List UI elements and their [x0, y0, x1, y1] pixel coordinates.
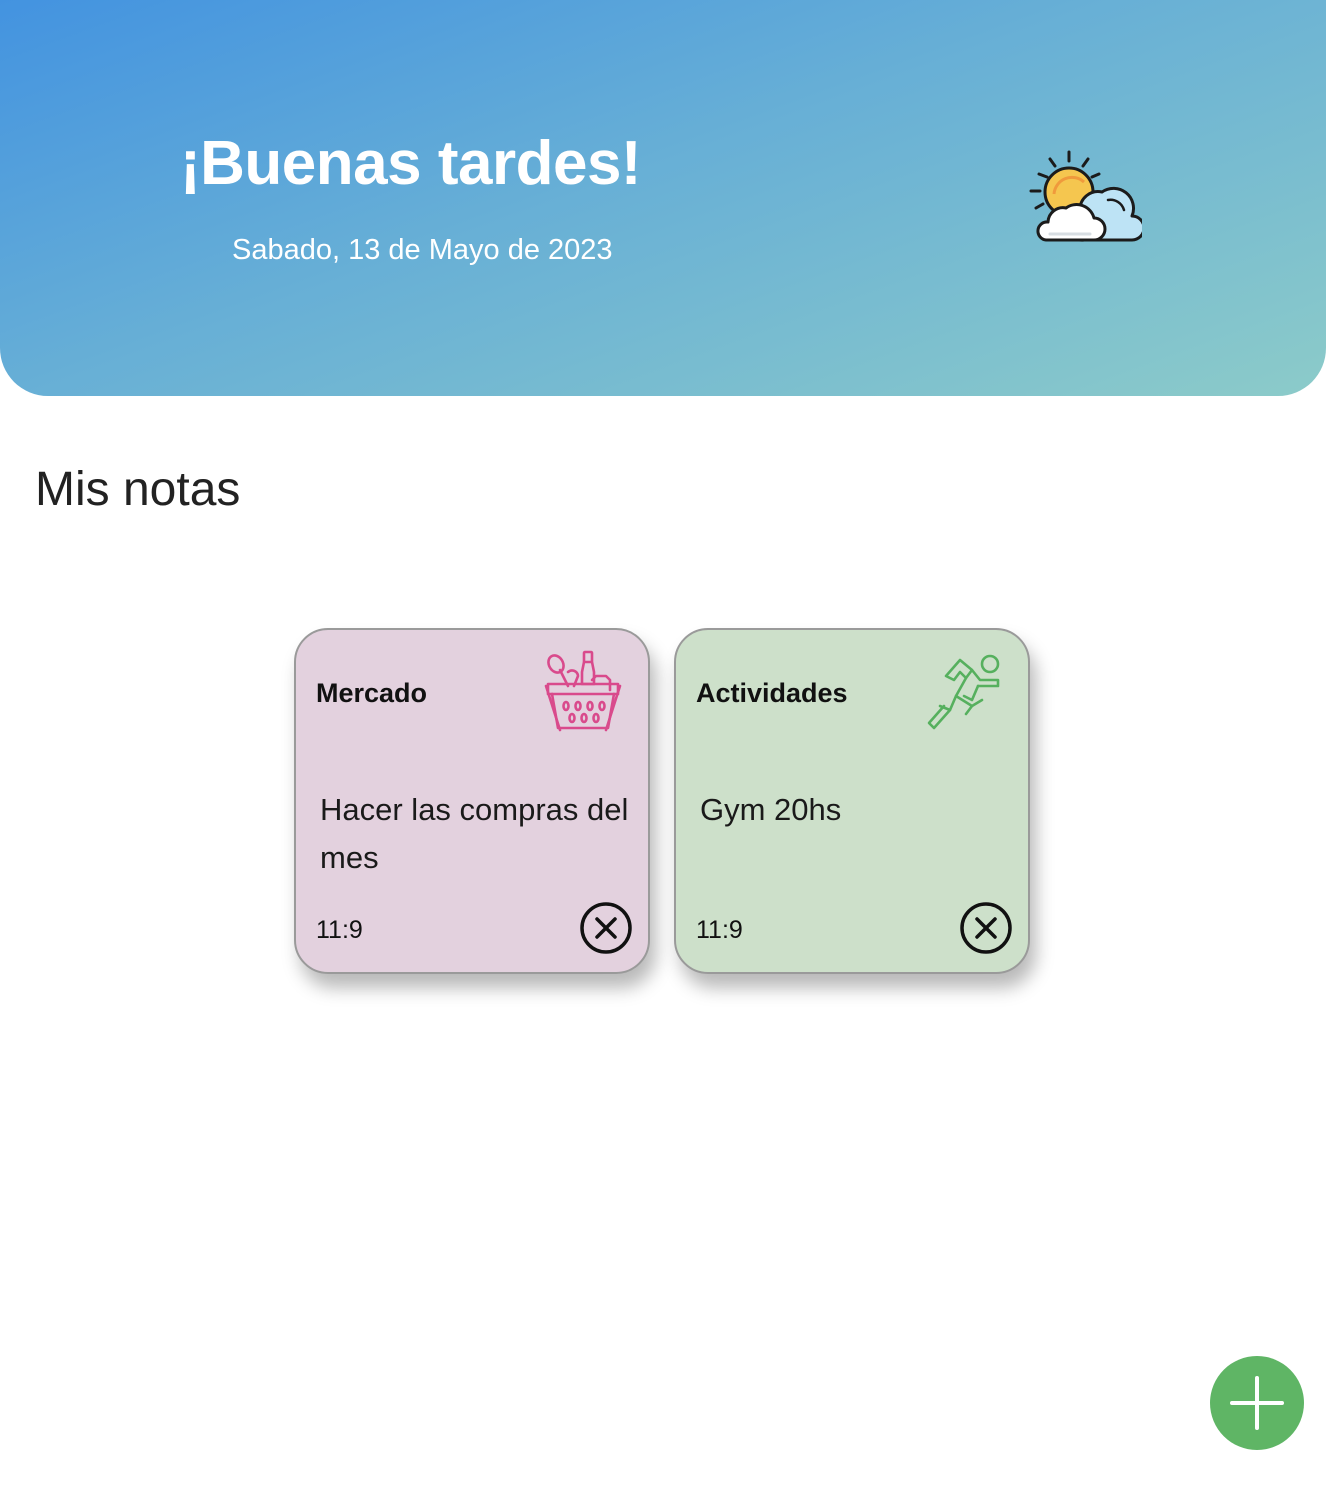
partly-cloudy-icon — [1029, 150, 1142, 242]
plus-icon — [1210, 1356, 1304, 1450]
close-circle-icon[interactable] — [958, 900, 1014, 956]
add-note-button[interactable] — [1210, 1356, 1304, 1450]
current-date: Sabado, 13 de Mayo de 2023 — [232, 234, 613, 266]
note-card-mercado[interactable]: Mercado Hacer las compras del mes 11:9 — [294, 628, 650, 974]
greeting-title: ¡Buenas tardes! — [180, 129, 642, 198]
shopping-basket-icon — [544, 650, 622, 732]
section-title: Mis notas — [35, 463, 241, 516]
note-title: Actividades — [696, 678, 848, 708]
running-person-icon — [927, 654, 1000, 730]
note-card-actividades[interactable]: Actividades Gym 20hs 11:9 — [674, 628, 1030, 974]
note-text: Gym 20hs — [700, 792, 842, 827]
close-circle-icon[interactable] — [578, 900, 634, 956]
note-time: 11:9 — [696, 916, 743, 944]
header-banner: ¡Buenas tardes! Sabado, 13 de Mayo de 20… — [0, 0, 1326, 396]
note-text: Hacer las compras del mes — [320, 792, 629, 875]
note-title: Mercado — [316, 678, 428, 708]
notes-grid: Mercado Hacer las compras del mes 11:9 A… — [294, 628, 1054, 978]
note-time: 11:9 — [316, 916, 363, 944]
